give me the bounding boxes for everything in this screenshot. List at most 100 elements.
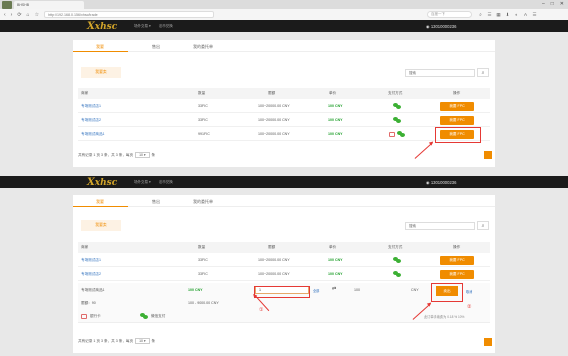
active-tab-indicator [73, 206, 128, 207]
limit: 100~20000.00 CNY [258, 118, 290, 122]
sell-button[interactable]: 我要 FPC [440, 102, 474, 111]
browser-right-icons: ⌕ ☰ ▦ ⬇ ◐ A ☰ [478, 12, 537, 18]
page-button[interactable] [484, 338, 492, 346]
nav-link-exchange[interactable]: 法币兑换 [159, 180, 173, 185]
col-price: 单价 [329, 91, 337, 95]
trade-card: 我要 售出 我的委托单 我要卖 搜索 ⌕ 商家 数量 限额 单价 支付方式 操作… [73, 40, 495, 167]
site-navbar: Xxhsc 场外交易 ▾ 法币兑换 ◉ 13010000236 [0, 20, 568, 32]
highlight-box [435, 127, 481, 143]
nav-links: 场外交易 ▾ 法币兑换 [134, 24, 173, 29]
per-page-select[interactable]: 10 ▾ [135, 338, 150, 344]
bookmark-icon[interactable]: ☆ [35, 12, 39, 18]
address-bar[interactable]: http://192.168.0.156/xhsc/trade [44, 11, 215, 18]
table-row: 专场测试商品1 991FIC 100~20000.00 CNY 100 CNY … [78, 128, 490, 141]
minimize-icon[interactable]: – [542, 1, 545, 7]
apps-icon[interactable]: ▦ [496, 12, 501, 18]
table-header: 商家 数量 限额 单价 支付方式 操作 [78, 242, 490, 253]
nav-link-exchange[interactable]: 法币兑换 [159, 24, 173, 29]
user-account[interactable]: ◉ 13010000236 [426, 24, 456, 29]
col-merchant: 商家 [81, 91, 89, 95]
download-icon[interactable]: ⬇ [505, 12, 510, 18]
back-icon[interactable]: ‹ [4, 12, 6, 18]
browser-avatar-icon [2, 1, 12, 9]
home-icon[interactable]: ⌂ [27, 12, 30, 18]
price: 100 CNY [188, 288, 203, 292]
pagination: 共有记录 1 页 3 条，共 3 条，每页 10 ▾ 条 [78, 152, 155, 158]
menu-icon[interactable]: ☰ [487, 12, 492, 18]
all-button[interactable]: 全部 [313, 288, 319, 293]
tab-my-orders[interactable]: 我的委托单 [193, 199, 213, 205]
tab-buy[interactable]: 我要 [96, 199, 104, 205]
table-row: 专场测试店1 33FIC 100~20000.00 CNY 100 CNY 我要… [78, 100, 490, 113]
merchant-link[interactable]: 专场测试店2 [81, 272, 101, 277]
table-row: 专场测试店2 33FIC 100~20000.00 CNY 100 CNY 我要… [78, 268, 490, 281]
table-header: 商家 数量 限额 单价 支付方式 操作 [78, 88, 490, 99]
tab-my-orders[interactable]: 我的委托单 [193, 44, 213, 50]
more-icon[interactable]: ☰ [532, 12, 537, 18]
reload-icon[interactable]: ⟳ [17, 12, 21, 18]
sell-button[interactable]: 我要 FPC [440, 256, 474, 265]
trade-tabs: 我要 售出 我的委托单 [73, 195, 495, 207]
merchant-link[interactable]: 专场测试商品1 [81, 132, 105, 137]
amount: 33FIC [198, 272, 208, 276]
subtab-sell[interactable]: 我要卖 [81, 220, 121, 231]
site-logo[interactable]: Xxhsc [87, 21, 117, 32]
col-payment: 支付方式 [388, 91, 403, 95]
site-logo[interactable]: Xxhsc [87, 177, 117, 188]
exchange-icon: ⇄ [332, 286, 337, 292]
tab-buy[interactable]: 我要 [96, 44, 104, 50]
price: 100 CNY [328, 104, 343, 108]
search-button[interactable]: ⌕ [477, 68, 489, 77]
wechat-pay-icon [393, 271, 401, 277]
nav-link-otc[interactable]: 场外交易 ▾ [134, 180, 151, 185]
tab-sell[interactable]: 售出 [152, 199, 160, 205]
price: 100 CNY [328, 132, 343, 136]
forward-icon[interactable]: › [11, 12, 13, 18]
annotation-number-1: ① [259, 307, 264, 313]
browser-tab[interactable]: BHSHB [14, 1, 84, 9]
subtab-sell[interactable]: 我要卖 [81, 67, 121, 78]
cancel-link[interactable]: 取消 [466, 289, 472, 294]
sell-button[interactable]: 我要 FPC [440, 270, 474, 279]
limit: 100~20000.00 CNY [258, 272, 290, 276]
pager-suffix: 条 [151, 152, 156, 157]
close-icon[interactable]: ✕ [560, 1, 564, 7]
merchant-name: 专场测试商品1 [81, 288, 105, 292]
pagination: 共有记录 1 页 3 条，共 3 条，每页 10 ▾ 条 [78, 338, 155, 344]
fee-note: 此订单手续费为 0.18 % 10% [424, 315, 465, 319]
wechat-pay-icon [393, 103, 401, 109]
translate-icon[interactable]: A [523, 12, 528, 18]
sell-button[interactable]: 我要 FPC [440, 116, 474, 125]
limit: 100~20000.00 CNY [258, 104, 290, 108]
nav-links: 场外交易 ▾ 法币兑换 [134, 180, 173, 185]
col-amount: 数量 [198, 245, 206, 249]
highlight-box [431, 283, 463, 302]
maximize-icon[interactable]: □ [551, 1, 554, 7]
search-icon: ⌕ [481, 222, 485, 229]
table-row: 专场测试店1 33FIC 100~20000.00 CNY 100 CNY 我要… [78, 254, 490, 267]
merchant-link[interactable]: 专场测试店1 [81, 258, 101, 263]
per-page-select[interactable]: 10 ▾ [135, 152, 150, 158]
wechat-pay-icon [393, 257, 401, 263]
col-merchant: 商家 [81, 245, 89, 249]
tab-sell[interactable]: 售出 [152, 44, 160, 50]
search-button[interactable]: ⌕ [477, 221, 489, 230]
user-account[interactable]: ◉ 13010000236 [426, 180, 456, 185]
page-button[interactable] [484, 151, 492, 159]
browser-search-input[interactable]: 百度一下 [427, 11, 472, 18]
price: 100 CNY [328, 118, 343, 122]
merchant-link[interactable]: 专场测试店2 [81, 118, 101, 123]
limit: 100~20000.00 CNY [258, 258, 290, 262]
annotation-arrow [414, 142, 434, 160]
pager-text: 共有记录 1 页 3 条，共 3 条，每页 [78, 338, 134, 343]
amount: 33FIC [198, 258, 208, 262]
extension-icon[interactable]: ◐ [514, 12, 519, 18]
merchant-link[interactable]: 专场测试店1 [81, 104, 101, 109]
logo-text: xhsc [94, 22, 118, 32]
search-icon[interactable]: ⌕ [478, 12, 483, 18]
nav-link-otc[interactable]: 场外交易 ▾ [134, 24, 151, 29]
limit-range: 100 - 9000.00 CNY [188, 301, 219, 305]
search-input[interactable]: 搜索 [405, 222, 475, 230]
search-input[interactable]: 搜索 [405, 69, 475, 77]
col-action: 操作 [453, 245, 461, 249]
